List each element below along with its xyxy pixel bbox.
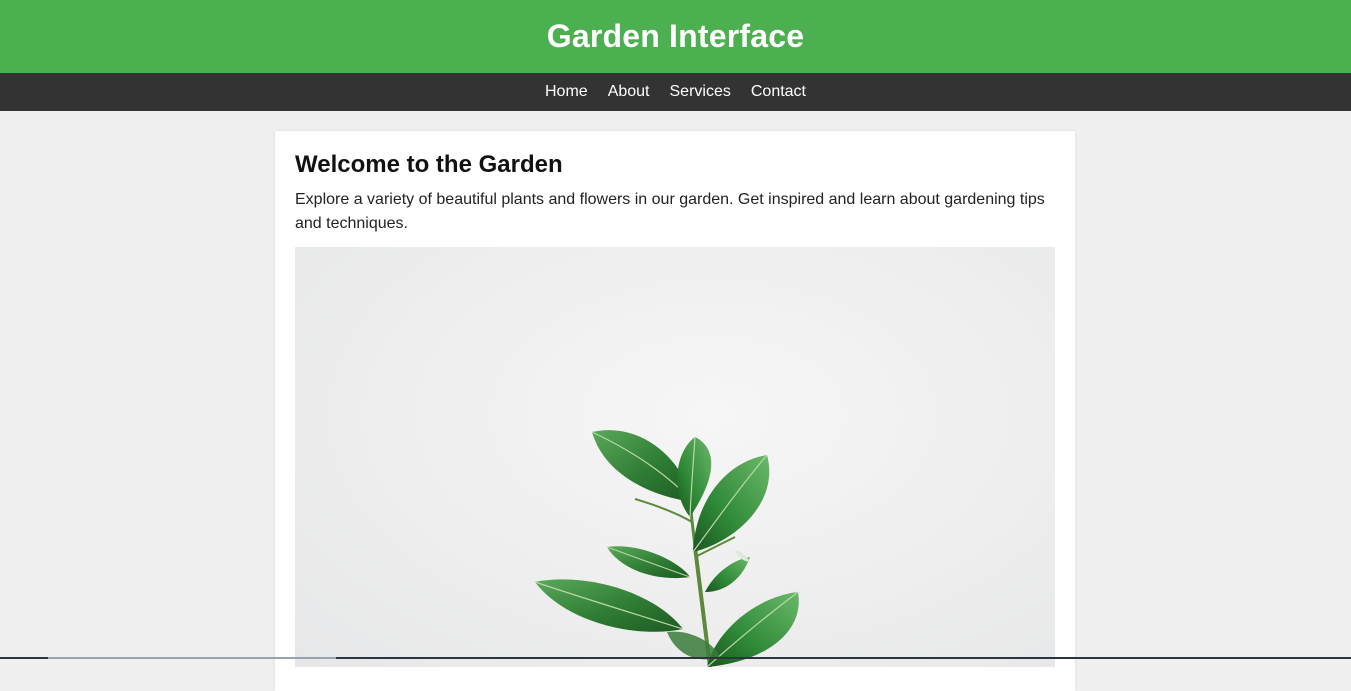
site-header: Garden Interface [0, 0, 1351, 73]
nav-link-home[interactable]: Home [545, 73, 588, 111]
section-heading: Welcome to the Garden [295, 151, 563, 178]
site-title: Garden Interface [546, 18, 805, 54]
plant-illustration [534, 430, 799, 667]
nav-link-services[interactable]: Services [670, 73, 731, 111]
nav-link-about[interactable]: About [608, 73, 650, 111]
content-card: Welcome to the Garden Explore a variety … [275, 131, 1075, 691]
main-nav: Home About Services Contact [0, 73, 1351, 111]
plant-image [295, 247, 1055, 667]
nav-link-contact[interactable]: Contact [751, 73, 806, 111]
section-description: Explore a variety of beautiful plants an… [295, 191, 1045, 232]
